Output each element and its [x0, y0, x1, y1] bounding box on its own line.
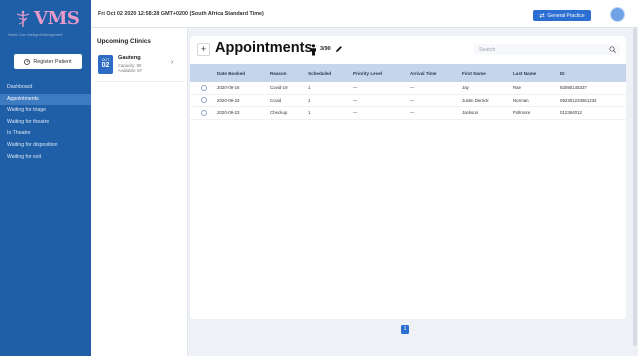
- sidebar: VMS Health Care Intelligent Management +…: [0, 0, 91, 356]
- column-id[interactable]: ID: [560, 71, 626, 76]
- search-icon: [609, 46, 616, 53]
- cell-priority-level: —: [353, 97, 358, 103]
- column-scheduled[interactable]: Scheduled: [308, 71, 353, 76]
- cell-date-booked: 2020-09-23: [217, 110, 240, 116]
- cell-scheduled: 1: [308, 110, 311, 116]
- cell-id: 092301234561234: [560, 97, 597, 103]
- row-select-cell: [190, 97, 217, 104]
- cell-date-booked: 2020-09-23: [217, 97, 240, 103]
- cell-scheduled: 1: [308, 97, 311, 103]
- table-row[interactable]: 2020-09-16 Covid-19 1 — — Jay Rae 920901…: [190, 82, 626, 95]
- cell-arrival-time: —: [410, 97, 415, 103]
- logo-text: VMS: [34, 8, 80, 29]
- current-datetime: Fri Oct 02 2020 12:58:28 GMT+0200 (South…: [98, 11, 264, 17]
- upcoming-clinics-panel: Upcoming Clinics OCT 02 Gauteng Capacity…: [91, 28, 188, 356]
- cell-date-booked: 2020-09-16: [217, 85, 240, 91]
- cell-reason: Covid: [270, 97, 282, 103]
- plus-circle-icon: +: [24, 58, 31, 65]
- cell-first-name: Jay: [462, 85, 469, 91]
- cell-scheduled: 1: [308, 85, 311, 91]
- sidebar-item-waiting-for-exit[interactable]: Waiting for exit: [0, 152, 91, 164]
- caduceus-icon: [16, 10, 30, 27]
- clinic-card[interactable]: OCT 02 Gauteng Capacity: 90 Available: 8…: [95, 51, 185, 82]
- user-avatar[interactable]: [610, 7, 625, 22]
- cell-arrival-time: —: [410, 85, 415, 91]
- cell-first-name: Justin Derrick: [462, 97, 489, 103]
- clinic-name: Gauteng: [118, 55, 141, 61]
- column-date-booked[interactable]: Date Booked: [217, 71, 270, 76]
- register-patient-label: Register Patient: [33, 58, 72, 65]
- general-practice-label: General Practice: [547, 12, 585, 19]
- table-row[interactable]: 2020-09-23 Covid 1 — — Justin Derrick No…: [190, 95, 626, 107]
- column-first-name[interactable]: First Name: [462, 71, 513, 76]
- cell-last-name: Norman: [513, 97, 529, 103]
- sidebar-item-in-theatre[interactable]: In Theatre: [0, 128, 91, 140]
- swap-icon: [539, 13, 545, 18]
- pencil-icon[interactable]: [335, 45, 343, 53]
- sidebar-item-appointments[interactable]: Appointments: [0, 93, 91, 106]
- cell-id: 92090145337: [560, 85, 587, 91]
- cell-first-name: Jackson: [462, 110, 479, 116]
- pagination-page-button[interactable]: 1: [401, 325, 409, 334]
- chevron-right-icon[interactable]: ›: [171, 59, 173, 66]
- column-arrival-time[interactable]: Arrival Time: [410, 71, 462, 76]
- clinic-date-badge: OCT 02: [98, 55, 113, 74]
- column-reason[interactable]: Reason: [270, 71, 308, 76]
- cell-reason: Covid-19: [270, 85, 288, 91]
- cell-reason: Checkup: [270, 110, 288, 116]
- general-practice-button[interactable]: General Practice: [533, 10, 591, 21]
- appointments-card: + Appointments 3/90 Date Booked Reason S…: [190, 36, 626, 319]
- appointment-count: 3/90: [320, 46, 331, 52]
- clinic-day: 02: [101, 62, 110, 69]
- appointments-table: Date Booked Reason Scheduled Priority Le…: [190, 64, 626, 120]
- cell-id: 012364012: [560, 110, 582, 116]
- sidebar-item-waiting-for-disposition[interactable]: Waiting for disposition: [0, 140, 91, 152]
- sidebar-item-waiting-for-triage[interactable]: Waiting for triage: [0, 105, 91, 117]
- sidebar-item-dashboard[interactable]: Dashboard: [0, 82, 91, 94]
- row-radio[interactable]: [200, 84, 207, 91]
- table-header: Date Booked Reason Scheduled Priority Le…: [190, 64, 626, 82]
- person-icon: [311, 44, 316, 56]
- cell-last-name: Pollmore: [513, 110, 531, 116]
- row-select-cell: [190, 84, 217, 91]
- sidebar-nav: Dashboard Appointments Waiting for triag…: [0, 82, 91, 163]
- row-radio[interactable]: [200, 109, 207, 116]
- cell-last-name: Rae: [513, 85, 522, 91]
- cell-arrival-time: —: [410, 110, 415, 116]
- sidebar-item-waiting-for-theatre[interactable]: Waiting for theatre: [0, 117, 91, 129]
- row-select-cell: [190, 109, 217, 116]
- search-input[interactable]: [474, 44, 620, 55]
- logo-subtitle: Health Care Intelligent Management: [8, 33, 63, 37]
- column-last-name[interactable]: Last Name: [513, 71, 560, 76]
- add-appointment-button[interactable]: +: [197, 43, 210, 56]
- row-radio[interactable]: [200, 97, 207, 104]
- register-patient-button[interactable]: + Register Patient: [14, 54, 82, 69]
- cell-priority-level: —: [353, 85, 358, 91]
- page-title: Appointments: [215, 40, 313, 56]
- vms-logo[interactable]: VMS: [14, 8, 84, 30]
- upcoming-clinics-title: Upcoming Clinics: [97, 38, 151, 45]
- table-row[interactable]: 2020-09-23 Checkup 1 — — Jackson Pollmor…: [190, 107, 626, 120]
- clinic-available: Available: 87: [118, 68, 142, 73]
- top-bar: Fri Oct 02 2020 12:58:28 GMT+0200 (South…: [91, 0, 638, 28]
- page-scrollbar[interactable]: [633, 28, 637, 346]
- cell-priority-level: —: [353, 110, 358, 116]
- column-priority-level[interactable]: Priority Level: [353, 71, 410, 76]
